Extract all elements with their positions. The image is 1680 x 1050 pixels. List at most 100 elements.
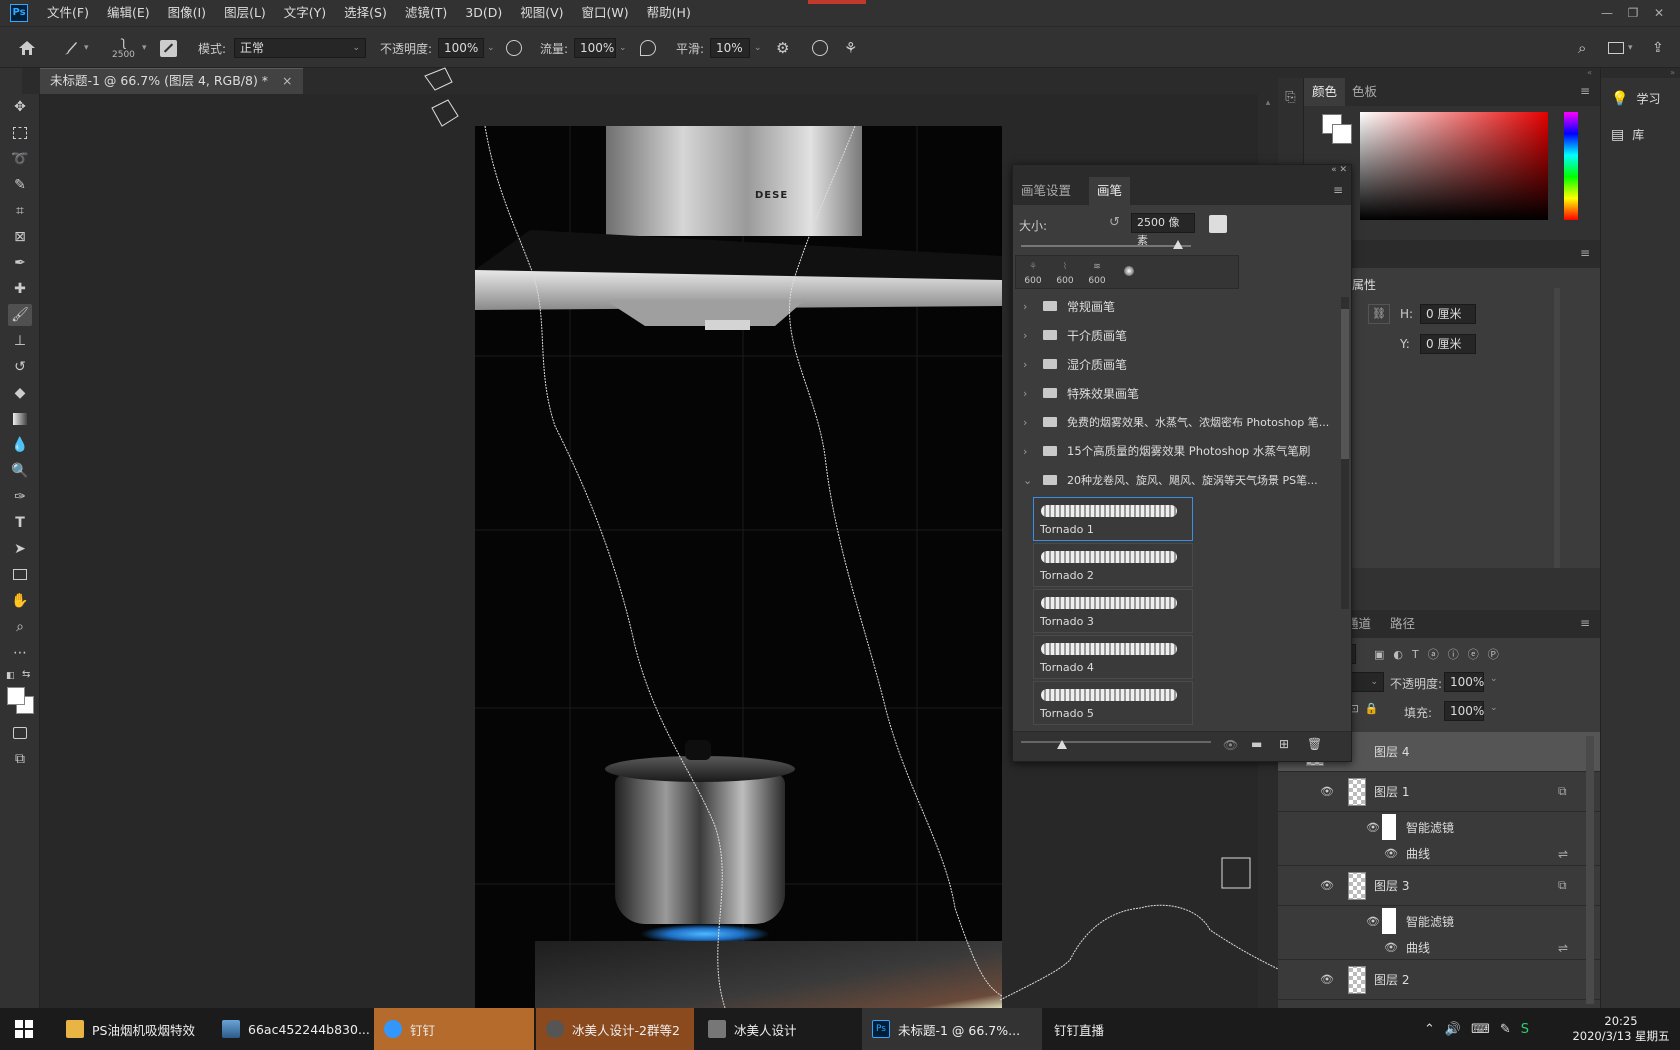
menu-select[interactable]: 选择(S) [335,0,396,26]
taskbar-item[interactable]: 冰美人设计 [698,1008,858,1050]
visibility-eye-icon[interactable]: 👁 [1384,847,1398,860]
visibility-eye-icon[interactable]: 👁 [1320,973,1334,986]
layer-row[interactable]: 👁 图层 3 ⧉ [1278,866,1600,906]
new-brush-icon[interactable]: ⊞ [1279,737,1289,751]
panel-menu-icon[interactable]: ≡ [1580,616,1590,630]
size-slider-thumb[interactable] [1173,240,1183,249]
height-input[interactable]: 0 厘米 [1420,304,1476,324]
filter-options-icon[interactable]: ⇌ [1558,847,1568,861]
pen-tool-icon[interactable]: ✑ [8,486,32,508]
flow-input[interactable]: 100% [574,38,616,58]
layer-row[interactable]: 👁 曲线 ⇌ [1278,936,1600,960]
foreground-color-swatch[interactable] [7,687,25,705]
blur-tool-icon[interactable]: 💧 [8,434,32,456]
chevron-down-icon[interactable]: ⌄ [1490,703,1498,713]
hue-slider[interactable] [1564,112,1578,220]
dodge-tool-icon[interactable]: 🔍 [8,460,32,482]
taskbar-item[interactable]: Ps 未标题-1 @ 66.7%... [862,1008,1042,1050]
menu-3d[interactable]: 3D(D) [456,0,511,26]
panel-close-icon[interactable]: « ✕ [1013,165,1351,177]
menu-layer[interactable]: 图层(L) [215,0,275,26]
type-tool-icon[interactable]: T [8,512,32,534]
chevron-down-icon[interactable]: ▾ [142,27,147,69]
search-icon[interactable]: ⌕ [1578,27,1586,69]
menu-view[interactable]: 视图(V) [511,0,572,26]
brush-preset-item[interactable]: Tornado 2 [1033,543,1193,587]
eraser-tool-icon[interactable]: ◆ [8,382,32,404]
screen-mode-icon[interactable]: ⧉ [8,748,32,770]
brush-preset-item[interactable]: Tornado 1 [1033,497,1193,541]
chevron-down-icon[interactable]: ⌄ [754,43,762,53]
tab-color[interactable]: 颜色 [1304,78,1346,106]
chevron-down-icon[interactable]: ⌄ [1490,674,1498,684]
pressure-size-icon[interactable] [812,27,828,69]
taskbar-item-active[interactable]: 钉钉 [374,1008,534,1050]
menu-window[interactable]: 窗口(W) [573,0,638,26]
document-canvas-image[interactable]: DESE [475,126,1002,1008]
visibility-eye-icon[interactable]: 👁 [1320,879,1334,892]
panel-menu-icon[interactable]: ≡ [1580,246,1590,260]
toggle-preview-icon[interactable]: 👁 [1223,738,1238,752]
visibility-eye-icon[interactable]: 👁 [1320,785,1334,798]
swap-colors-icon[interactable]: ⇆ [22,669,30,680]
quick-select-tool-icon[interactable]: ✎ [8,174,32,196]
move-tool-icon[interactable]: ✥ [8,96,32,118]
layer-row[interactable]: 👁 智能滤镜 [1278,906,1600,936]
layer-row[interactable]: 👁 图层 1 ⧉ [1278,772,1600,812]
layer-row[interactable]: 👁 图层 2 [1278,960,1600,1000]
history-icon[interactable]: ⎘ [1278,90,1303,105]
system-tray-icons[interactable]: ⌃🔊⌨✎ S [1424,1008,1554,1050]
layer-opacity-input[interactable]: 100% [1444,672,1484,692]
symmetry-icon[interactable]: ⚘ [844,27,857,69]
close-icon[interactable]: ✕ [1646,6,1672,20]
brush-folder[interactable]: › 湿介质画笔 [1023,351,1343,377]
layer-filter-icons[interactable]: ▣◐TⓐⓘⓔⓅ [1374,646,1508,662]
preview-size-slider[interactable] [1021,741,1211,743]
visibility-eye-icon[interactable]: 👁 [1384,941,1398,954]
layer-row[interactable]: 👁 曲线 ⇌ [1278,842,1600,866]
recent-brush-soft-round[interactable] [1114,258,1144,288]
minimize-icon[interactable]: — [1594,6,1620,20]
y-input[interactable]: 0 厘米 [1420,334,1476,354]
brush-tool-icon[interactable]: 🖌 [8,304,32,326]
trash-icon[interactable]: 🗑 [1307,737,1322,751]
frame-tool-icon[interactable]: ⊠ [8,226,32,248]
link-icon[interactable]: ⛓ [1368,304,1390,324]
recent-brush[interactable]: ≋ 600 [1082,258,1112,288]
close-tab-icon[interactable]: × [282,73,292,88]
chevron-down-icon[interactable]: ⌄ [619,43,627,53]
brush-preset-picker[interactable]: ʅ 2500 [112,27,135,69]
filter-options-icon[interactable]: ⇌ [1558,941,1568,955]
preview-size-thumb[interactable] [1057,740,1067,749]
chevron-down-icon[interactable]: ⌄ [487,43,495,53]
lasso-tool-icon[interactable]: ➰ [8,148,32,170]
healing-brush-tool-icon[interactable]: ✚ [8,278,32,300]
layers-scrollbar[interactable] [1586,736,1594,1004]
menu-image[interactable]: 图像(I) [159,0,215,26]
share-icon[interactable]: ⇪ [1652,27,1664,69]
layer-row[interactable]: 👁 智能滤镜 [1278,812,1600,842]
visibility-eye-icon[interactable]: 👁 [1366,821,1380,834]
pressure-opacity-icon[interactable] [506,27,522,69]
taskbar-item-active[interactable]: 冰美人设计-2群等2 [536,1008,694,1050]
path-select-tool-icon[interactable]: ➤ [8,538,32,560]
airbrush-icon[interactable] [640,27,656,69]
hand-tool-icon[interactable]: ✋ [8,590,32,612]
panel-menu-icon[interactable]: ≡ [1580,84,1590,98]
collapse-arrows-icon[interactable]: « [1278,68,1600,78]
home-icon[interactable] [18,27,36,69]
default-colors-icon[interactable]: ◧ [6,671,15,681]
crop-tool-icon[interactable]: ⌗ [8,200,32,222]
tab-brush-settings[interactable]: 画笔设置 [1013,177,1079,205]
brush-folder[interactable]: › 常规画笔 [1023,293,1343,319]
opacity-input[interactable]: 100% [438,38,484,58]
smooth-input[interactable]: 10% [710,38,750,58]
brush-folder[interactable]: › 15个高质量的烟雾效果 Photoshop 水蒸气笔刷 [1023,438,1343,464]
windows-start-icon[interactable] [0,1008,48,1050]
gradient-tool-icon[interactable] [8,408,32,430]
color-field[interactable] [1360,112,1548,220]
brush-folder-expanded[interactable]: ⌄ 20种龙卷风、旋风、飓风、旋涡等天气场景 PS笔... [1023,467,1343,493]
library-button[interactable]: ▤ 库 [1611,126,1644,143]
document-tab[interactable]: 未标题-1 @ 66.7% (图层 4, RGB/8) * × [40,68,303,94]
brush-list-scrollbar[interactable] [1341,297,1349,609]
